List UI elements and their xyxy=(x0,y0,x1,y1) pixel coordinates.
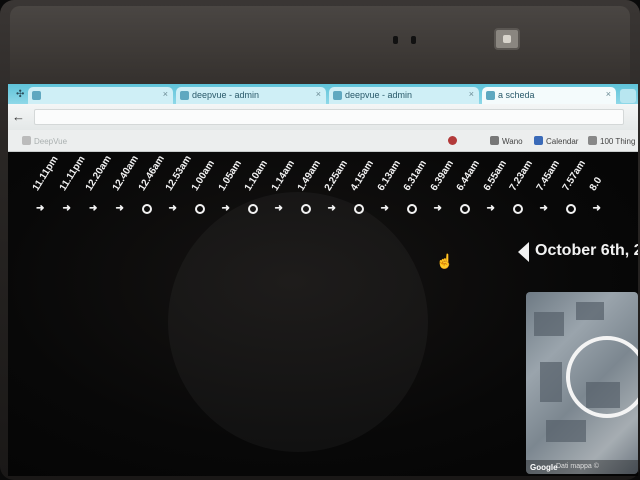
map-building xyxy=(540,362,562,402)
bookmark-deepvue[interactable]: DeepVue xyxy=(22,136,67,146)
timeline-arrow-marker-icon[interactable]: ➜ xyxy=(381,204,391,214)
date-label: October 6th, 2 xyxy=(535,242,638,259)
timeline-time-label: 1.14am xyxy=(269,158,297,193)
tab-bar: ✣ × deepvue - admin × deepvue - admin × … xyxy=(8,84,638,104)
tab-favicon-icon xyxy=(180,91,189,100)
close-icon[interactable]: × xyxy=(163,89,168,99)
timeline-time-label: 7.45am xyxy=(534,158,562,193)
timeline-arrow-marker-icon[interactable]: ➜ xyxy=(328,204,338,214)
timeline-arrow-marker-icon[interactable]: ➜ xyxy=(434,204,444,214)
bookmark-label: DeepVue xyxy=(34,137,68,146)
laptop-bezel: ✣ × deepvue - admin × deepvue - admin × … xyxy=(0,0,640,480)
bookmark-icon xyxy=(588,136,597,145)
timeline-circle-marker-icon[interactable] xyxy=(354,204,364,214)
timeline-circle-marker-icon[interactable] xyxy=(566,204,576,214)
timeline-time-label: 1.00am xyxy=(189,158,217,193)
location-ring xyxy=(566,336,638,418)
bookmark-icon xyxy=(448,136,457,145)
timeline-arrow-marker-icon[interactable]: ➜ xyxy=(275,204,285,214)
timeline-time-label: 6.13am xyxy=(375,158,403,193)
sensor-dot xyxy=(393,36,398,44)
new-tab-button[interactable] xyxy=(620,89,636,103)
webcam xyxy=(494,28,520,50)
timeline-time-label: 12.46am xyxy=(136,153,167,193)
timeline-time-label: 6.39am xyxy=(428,158,456,193)
timeline-arrow-marker-icon[interactable]: ➜ xyxy=(540,204,550,214)
timeline-time-label: 8.0 xyxy=(587,175,604,193)
timeline-time-label: 4.15am xyxy=(348,158,376,193)
tab-favicon-icon xyxy=(486,91,495,100)
tab-favicon-icon xyxy=(333,91,342,100)
bookmark-icon xyxy=(490,136,499,145)
timeline-time-label: 7.57am xyxy=(560,158,588,193)
map-building xyxy=(576,302,604,320)
timeline-time-label: 12.20am xyxy=(83,153,114,193)
timeline-circle-marker-icon[interactable] xyxy=(195,204,205,214)
tab-3[interactable]: a scheda × xyxy=(482,87,616,104)
timeline-circle-marker-icon[interactable] xyxy=(301,204,311,214)
timeline-arrow-marker-icon[interactable]: ➜ xyxy=(169,204,179,214)
tab-label: a scheda xyxy=(498,90,535,100)
tab-0[interactable]: × xyxy=(28,87,173,104)
timeline-time-label: 6.55am xyxy=(481,158,509,193)
timeline-circle-marker-icon[interactable] xyxy=(407,204,417,214)
bookmark-label: Wano xyxy=(502,137,523,146)
bookmarks-bar: DeepVue Wano Calendar 100 Thing xyxy=(8,130,638,152)
timeline-time-label: 7.23am xyxy=(507,158,535,193)
timeline-time-label: 1.10am xyxy=(242,158,270,193)
nav-bar: ← xyxy=(8,104,638,130)
bookmark-label: 100 Thing xyxy=(600,137,636,146)
bookmark-calendar[interactable]: Calendar xyxy=(534,136,578,146)
tab-1[interactable]: deepvue - admin × xyxy=(176,87,326,104)
timeline-circle-marker-icon[interactable] xyxy=(248,204,258,214)
timeline-time-label: 6.31am xyxy=(401,158,429,193)
bookmark-100-things[interactable]: 100 Thing xyxy=(588,136,635,146)
map-thumbnail[interactable]: Dati mappa © Google xyxy=(526,292,638,474)
timeline-time-label: 1.05am xyxy=(216,158,244,193)
close-icon[interactable]: × xyxy=(316,89,321,99)
calendar-icon xyxy=(534,136,543,145)
timeline-time-label: 1.49am xyxy=(295,158,323,193)
bookmark-icon xyxy=(22,136,31,145)
timeline-arrow-marker-icon[interactable]: ➜ xyxy=(63,204,73,214)
bookmark-wano[interactable]: Wano xyxy=(490,136,523,146)
timeline-arrow-marker-icon[interactable]: ➜ xyxy=(593,204,603,214)
screen: ✣ × deepvue - admin × deepvue - admin × … xyxy=(8,84,638,476)
screen-reflection xyxy=(168,192,428,452)
map-attribution-text: Dati mappa © xyxy=(556,463,599,470)
google-logo: Google xyxy=(530,463,558,472)
timeline-time-label: 6.44am xyxy=(454,158,482,193)
sensor-dot xyxy=(411,36,416,44)
page-content: 11.11pm ➜ 11.11pm ➜ 12.20am ➜ 12.40am ➜ 12.46am 1… xyxy=(8,152,638,476)
close-icon[interactable]: × xyxy=(606,89,611,99)
address-bar[interactable] xyxy=(34,109,624,125)
close-icon[interactable]: × xyxy=(469,89,474,99)
timeline-time-label: 11.11pm xyxy=(57,154,88,193)
timeline-arrow-marker-icon[interactable]: ➜ xyxy=(487,204,497,214)
timeline-arrow-marker-icon[interactable]: ➜ xyxy=(36,204,46,214)
tab-label: deepvue - admin xyxy=(345,90,413,100)
timeline-arrow-marker-icon[interactable]: ➜ xyxy=(89,204,99,214)
timeline-circle-marker-icon[interactable] xyxy=(142,204,152,214)
bookmark-item[interactable] xyxy=(448,136,460,146)
timeline-circle-marker-icon[interactable] xyxy=(513,204,523,214)
hand-cursor-icon: ☝ xyxy=(436,253,454,269)
map-building xyxy=(534,312,564,336)
timeline-circle-marker-icon[interactable] xyxy=(460,204,470,214)
timeline-time-label: 2.25am xyxy=(322,158,350,193)
tab-favicon-icon xyxy=(32,91,41,100)
map-building xyxy=(546,420,586,442)
back-arrow-icon[interactable]: ← xyxy=(12,109,25,124)
bezel-top xyxy=(10,6,630,86)
chrome-menu-icon[interactable]: ✣ xyxy=(16,89,24,100)
tab-label: deepvue - admin xyxy=(192,90,260,100)
bookmark-label: Calendar xyxy=(546,137,579,146)
tab-2[interactable]: deepvue - admin × xyxy=(329,87,479,104)
timeline-arrow-marker-icon[interactable]: ➜ xyxy=(222,204,232,214)
timeline-time-label: 11.11pm xyxy=(30,154,61,193)
previous-day-arrow-icon[interactable] xyxy=(518,242,529,262)
timeline-arrow-marker-icon[interactable]: ➜ xyxy=(116,204,126,214)
